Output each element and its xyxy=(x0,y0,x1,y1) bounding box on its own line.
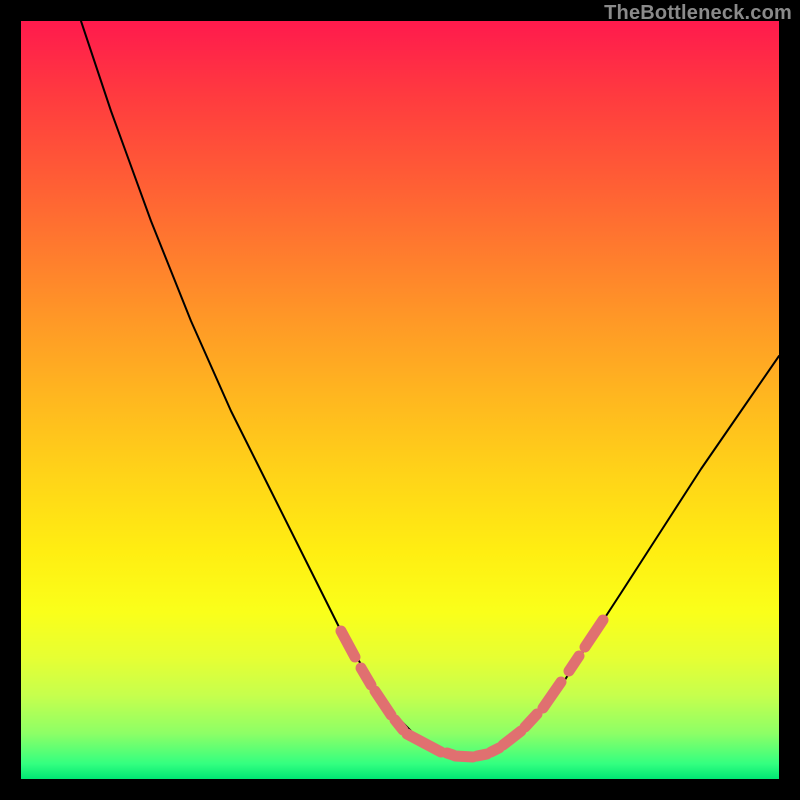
watermark-text: TheBottleneck.com xyxy=(604,2,792,25)
highlight-dash xyxy=(455,756,473,757)
highlight-dash xyxy=(585,620,603,647)
highlight-dash xyxy=(477,754,487,756)
highlight-dash xyxy=(361,668,371,685)
highlight-dash xyxy=(395,720,403,730)
highlight-dash xyxy=(525,714,537,727)
highlight-dash xyxy=(569,656,579,671)
highlight-dash xyxy=(491,748,499,752)
highlight-dash xyxy=(375,691,391,715)
chart-svg xyxy=(21,21,779,779)
highlight-dash xyxy=(407,734,441,752)
highlight-dash xyxy=(543,682,561,708)
bottleneck-curve xyxy=(81,21,779,757)
highlight-dash xyxy=(503,731,521,745)
highlight-dash xyxy=(341,631,355,657)
chart-plot-area xyxy=(21,21,779,779)
